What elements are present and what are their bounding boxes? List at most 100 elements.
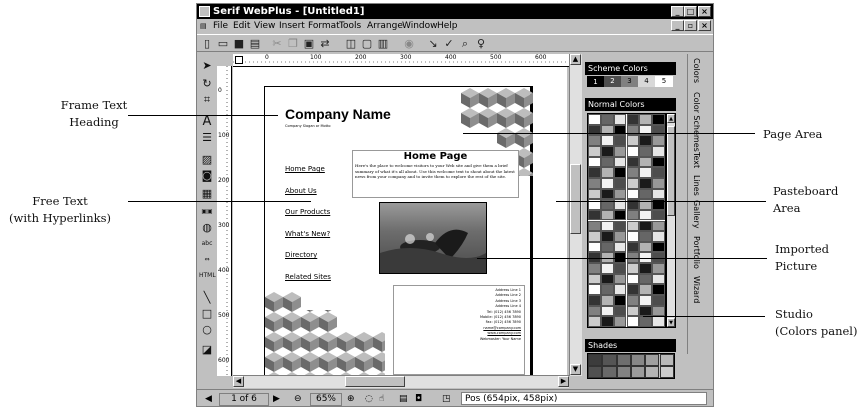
line-tool-icon[interactable]: ╲ xyxy=(199,290,215,305)
color-swatch[interactable] xyxy=(613,295,627,306)
menu-view[interactable]: View xyxy=(254,19,275,33)
navbar-tool-icon[interactable]: ⇔ xyxy=(199,252,215,267)
color-swatch[interactable] xyxy=(639,263,653,274)
color-swatch[interactable] xyxy=(588,209,601,221)
find-icon[interactable]: ⌕ xyxy=(458,37,472,50)
color-swatch[interactable] xyxy=(613,188,627,200)
color-swatch[interactable] xyxy=(600,135,614,146)
next-page-icon[interactable]: ▶ xyxy=(273,390,280,406)
color-swatch[interactable] xyxy=(613,114,627,125)
scroll-left-icon[interactable]: ◀ xyxy=(233,376,244,387)
color-swatch[interactable] xyxy=(652,316,665,327)
replicate-icon[interactable]: ⇄ xyxy=(318,37,332,50)
color-swatch[interactable] xyxy=(600,220,614,232)
hotspot-tool-icon[interactable]: ◪ xyxy=(199,342,215,357)
scroll-up-icon[interactable]: ▲ xyxy=(570,54,581,65)
color-swatch[interactable] xyxy=(613,145,627,157)
layout-icon[interactable]: ▥ xyxy=(376,37,390,50)
tab-colors[interactable]: Colors xyxy=(692,58,701,83)
color-swatch[interactable] xyxy=(626,177,640,189)
menu-window[interactable]: Window xyxy=(402,19,438,33)
fit-page-icon[interactable]: ▤ xyxy=(399,390,408,406)
color-swatch[interactable] xyxy=(652,273,665,285)
color-swatch[interactable] xyxy=(613,177,627,189)
color-swatch[interactable] xyxy=(588,188,601,200)
color-swatch[interactable] xyxy=(626,273,640,285)
nav-link-directory[interactable]: Directory xyxy=(285,245,331,267)
color-swatch[interactable] xyxy=(626,156,640,168)
color-swatch[interactable] xyxy=(613,135,627,146)
color-swatch[interactable] xyxy=(613,220,627,232)
minimize-button[interactable]: _ xyxy=(671,6,684,17)
doc-icon[interactable]: ▤ xyxy=(200,19,207,33)
color-swatch[interactable] xyxy=(652,156,665,168)
color-swatch[interactable] xyxy=(588,316,601,327)
help-bulb-icon[interactable]: ♀ xyxy=(474,37,488,50)
color-swatch[interactable] xyxy=(626,135,640,146)
color-swatch[interactable] xyxy=(652,177,665,189)
color-swatch[interactable] xyxy=(600,273,614,285)
shade-swatch[interactable] xyxy=(630,366,646,378)
shade-swatch[interactable] xyxy=(645,354,660,366)
colors-scroll-up-icon[interactable]: ▲ xyxy=(667,114,675,123)
insert-object-icon[interactable]: ◉ xyxy=(402,37,416,50)
nav-link-about[interactable]: About Us xyxy=(285,181,331,203)
shade-swatch[interactable] xyxy=(588,354,603,366)
tab-lines[interactable]: Lines xyxy=(692,175,701,196)
color-swatch[interactable] xyxy=(600,295,614,306)
shade-swatch[interactable] xyxy=(659,354,674,366)
color-swatch[interactable] xyxy=(613,209,627,221)
color-swatch[interactable] xyxy=(626,284,640,296)
address-frame[interactable]: Address Line 1 Address Line 2 Address Li… xyxy=(393,285,525,375)
color-swatch[interactable] xyxy=(639,295,653,306)
shade-swatch[interactable] xyxy=(602,354,617,366)
color-swatch[interactable] xyxy=(588,295,601,306)
color-swatch[interactable] xyxy=(600,209,614,221)
color-swatch[interactable] xyxy=(652,167,665,178)
smart-object-tool-icon[interactable]: ▣▣ xyxy=(199,204,215,219)
html-tool-icon[interactable]: HTML xyxy=(199,268,216,283)
color-swatch[interactable] xyxy=(613,284,627,296)
color-swatch[interactable] xyxy=(652,284,665,296)
spellcheck-icon[interactable]: ✓ xyxy=(442,37,456,50)
menu-tools[interactable]: Tools xyxy=(339,19,361,33)
color-swatch[interactable] xyxy=(600,145,614,157)
tab-portfolio[interactable]: Portfolio xyxy=(692,236,701,269)
nav-link-whats-new[interactable]: What's New? xyxy=(285,224,331,246)
color-swatch[interactable] xyxy=(639,177,653,189)
scheme-swatch[interactable]: 2 xyxy=(604,76,621,87)
color-swatch[interactable] xyxy=(639,284,653,296)
scheme-swatch[interactable]: 1 xyxy=(587,76,604,87)
color-swatch[interactable] xyxy=(626,188,640,200)
shade-swatch[interactable] xyxy=(588,366,603,378)
open-icon[interactable]: ▭ xyxy=(216,37,230,50)
print-icon[interactable]: ▤ xyxy=(248,37,262,50)
color-swatch[interactable] xyxy=(626,263,640,274)
nav-link-products[interactable]: Our Products xyxy=(285,202,331,224)
color-swatch[interactable] xyxy=(588,231,601,242)
zoom-tool-icon[interactable]: ◌ xyxy=(365,390,373,406)
color-swatch[interactable] xyxy=(600,263,614,274)
rectangle-tool-icon[interactable]: □ xyxy=(199,306,215,321)
text-frame-tool-icon[interactable]: ☰ xyxy=(199,130,215,145)
color-swatch[interactable] xyxy=(600,241,614,253)
color-swatch[interactable] xyxy=(613,273,627,285)
normal-colors-grid[interactable] xyxy=(587,113,666,328)
color-swatch[interactable] xyxy=(588,263,601,274)
vertical-scrollbar[interactable]: ▲ ▼ xyxy=(569,54,582,376)
color-swatch[interactable] xyxy=(626,220,640,232)
color-swatch[interactable] xyxy=(600,231,614,242)
color-swatch[interactable] xyxy=(639,316,653,327)
tab-gallery[interactable]: Gallery xyxy=(692,200,701,229)
zoom-in-icon[interactable]: ⊕ xyxy=(347,390,355,406)
color-swatch[interactable] xyxy=(588,273,601,285)
color-swatch[interactable] xyxy=(600,305,614,317)
color-swatch[interactable] xyxy=(639,145,653,157)
vertical-scroll-thumb[interactable] xyxy=(570,164,581,234)
color-swatch[interactable] xyxy=(652,263,665,274)
color-swatch[interactable] xyxy=(588,220,601,232)
shape-tool-icon[interactable]: ○ xyxy=(199,322,215,337)
rotate-tool-icon[interactable]: ↻ xyxy=(199,76,215,91)
color-swatch[interactable] xyxy=(626,209,640,221)
color-swatch[interactable] xyxy=(600,316,614,327)
